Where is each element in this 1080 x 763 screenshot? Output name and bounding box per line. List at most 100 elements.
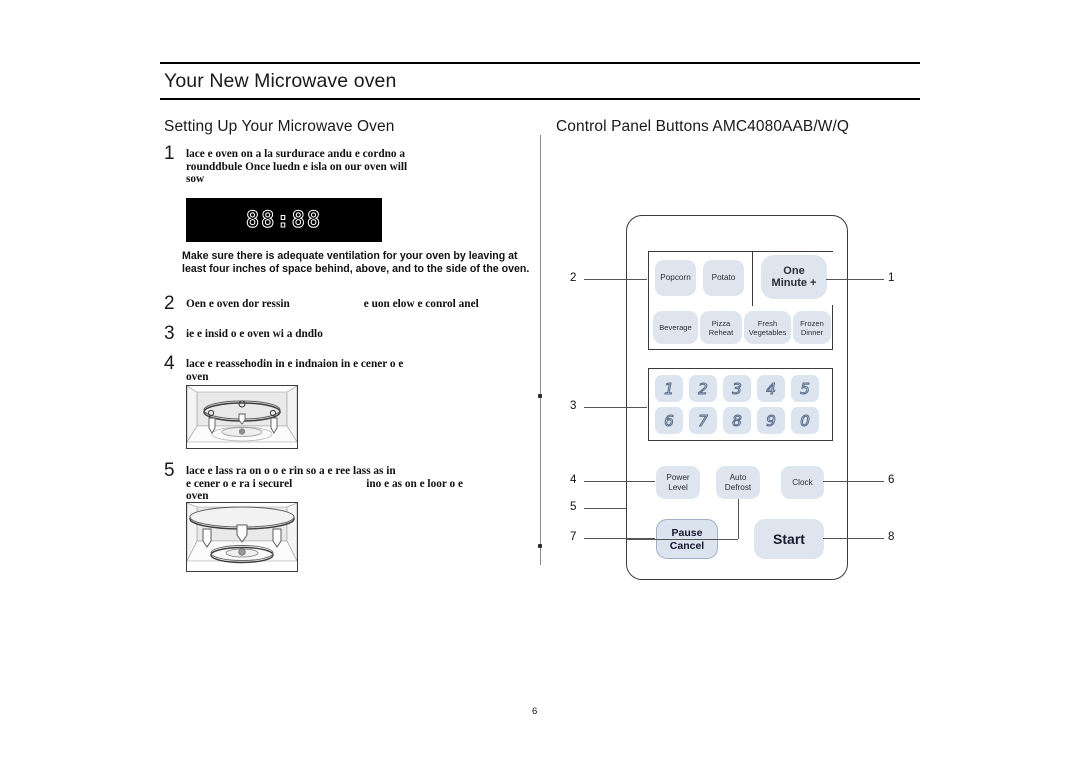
frozen-dinner-label-line1: Frozen [800,318,824,328]
step-2-number: 2 [164,293,175,314]
callout-line-1 [826,279,884,280]
callout-line-8 [823,538,884,539]
step-3-number: 3 [164,323,175,344]
key-1[interactable]: 1 [655,375,683,402]
callout-label-2: 2 [570,272,577,284]
potato-button[interactable]: Potato [703,260,744,296]
callout-line-6 [823,481,884,482]
beverage-button[interactable]: Beverage [653,311,698,344]
divider-dot [538,544,542,548]
step-2-text-post: e uon elow e conrol anel [363,298,479,310]
step-1-line-3: sow [186,173,205,186]
oven-interior-illustration-2 [186,502,298,571]
key-9-label: 9 [766,411,777,430]
cp-group-divider [752,251,753,306]
key-7[interactable]: 7 [689,407,717,434]
key-2-label: 2 [698,379,709,398]
step-2-body: Oen e oven dor ressin e uon elow e conrol… [186,298,534,311]
key-1-label: 1 [664,379,675,398]
callout-label-7: 7 [570,531,577,543]
potato-label: Potato [711,273,736,282]
beverage-label: Beverage [659,323,692,332]
callout-connector-defrost-h [627,539,738,540]
power-level-label-line1: Power [666,472,690,482]
key-5[interactable]: 5 [791,375,819,402]
number-keypad-panel: 1 2 3 4 5 6 7 8 9 0 [648,368,833,441]
page-title: Your New Microwave oven [164,70,397,92]
one-minute-plus-button[interactable]: One Minute + [761,255,827,299]
power-level-label-line2: Level [668,482,688,492]
step-4-body: lace e reassehodin in e indnaion in e ce… [186,358,534,383]
callout-line-7 [584,538,655,539]
cancel-label: Cancel [669,539,705,552]
callout-line-3 [584,407,647,408]
pizza-reheat-label-line1: Pizza [711,318,731,328]
pizza-reheat-button[interactable]: Pizza Reheat [700,311,742,344]
fresh-vegetables-button[interactable]: Fresh Vegetables [744,311,791,344]
clock-label: Clock [792,477,813,487]
divider-dot [538,394,542,398]
key-0[interactable]: 0 [791,407,819,434]
oven-display-readout: 88:88 [186,198,382,242]
ventilation-note: Make sure there is adequate ventilation … [182,250,530,275]
step-5-line-2-pre: e cener o e ra i securel [186,477,293,490]
fresh-vegetables-label-line1: Fresh [757,318,778,328]
one-minute-label-line2: Minute + [771,277,817,289]
step-4: 4 lace e reassehodin in e indnaion in e … [164,353,534,383]
start-label: Start [773,531,805,547]
key-4-label: 4 [766,379,777,398]
popcorn-button[interactable]: Popcorn [655,260,696,296]
step-2-text-pre: Oen e oven dor ressin [186,298,290,310]
step-5-line-3: oven [186,490,209,503]
key-2[interactable]: 2 [689,375,717,402]
auto-defrost-label-line1: Auto [729,472,747,482]
step-1-line-1: lace e oven on a la surdurace andu e cor… [186,148,406,160]
step-2: 2 Oen e oven dor ressin e uon elow e conr… [164,293,534,314]
callout-label-3: 3 [570,400,577,412]
title-rule-bottom [160,98,920,100]
step-5-line-1: lace e lass ra on o o e rin so a e ree l… [186,465,396,477]
setting-up-heading: Setting Up Your Microwave Oven [164,118,395,135]
oven-interior-illustration-1 [186,385,298,448]
key-9[interactable]: 9 [757,407,785,434]
control-panel-heading: Control Panel Buttons AMC4080AAB/W/Q [556,118,850,135]
key-8[interactable]: 8 [723,407,751,434]
pause-label: Pause [670,526,704,540]
callout-label-8: 8 [888,531,895,543]
left-column: Setting Up Your Microwave Oven 1 lace e … [160,110,529,572]
key-0-label: 0 [800,411,811,430]
callout-label-6: 6 [888,474,895,486]
oven-display-digits: 88:88 [245,207,323,233]
key-3[interactable]: 3 [723,375,751,402]
pizza-reheat-label-line2: Reheat [708,327,734,337]
key-4[interactable]: 4 [757,375,785,402]
callout-line-5 [584,508,626,509]
start-button[interactable]: Start [754,519,824,559]
popcorn-label: Popcorn [660,273,691,282]
key-8-label: 8 [732,411,743,430]
oven-display-window: 88:88 [186,198,382,242]
clock-button[interactable]: Clock [781,466,824,499]
step-5-body: lace e lass ra on o o e rin so a e ree l… [186,465,534,503]
step-4-number: 4 [164,353,175,374]
callout-label-4: 4 [570,474,577,486]
right-column: Control Panel Buttons AMC4080AAB/W/Q [552,110,922,136]
step-3-line-1: ie e insid o e oven wi a dndlo [186,328,323,340]
column-divider [540,135,541,565]
step-4-line-2: oven [186,370,209,383]
callout-line-4 [584,481,655,482]
control-panel: Popcorn Potato One Minute + Beverage Piz… [626,215,848,580]
frozen-dinner-button[interactable]: Frozen Dinner [793,311,831,344]
oven-interior-glass-tray-figure [186,502,298,572]
step-1-number: 1 [164,143,175,164]
step-1-body: lace e oven on a la surdurace andu e cor… [186,148,534,186]
auto-defrost-button[interactable]: Auto Defrost [716,466,760,499]
page-title-block: Your New Microwave oven [160,62,920,100]
callout-connector-defrost [738,499,739,539]
page-number: 6 [532,706,538,717]
step-3: 3 ie e insid o e oven wi a dndlo [164,323,534,344]
step-5: 5 lace e lass ra on o o e rin so a e ree… [164,460,534,503]
power-level-button[interactable]: Power Level [656,466,700,499]
key-3-label: 3 [732,379,743,398]
key-6[interactable]: 6 [655,407,683,434]
